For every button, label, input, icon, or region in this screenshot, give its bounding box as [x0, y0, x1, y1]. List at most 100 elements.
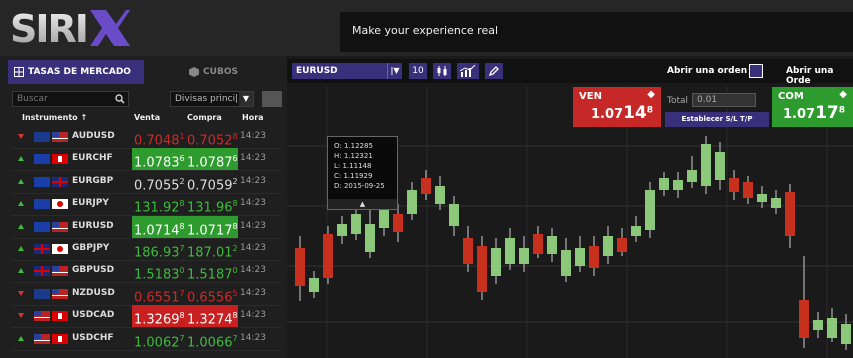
candlestick[interactable]: [715, 152, 725, 180]
table-row[interactable]: GBPUSD 1.51830 1.51870 14:23: [12, 260, 282, 284]
buy-price-cell[interactable]: 1.00667: [185, 328, 238, 350]
chevron-down-icon[interactable]: ▼: [239, 92, 253, 106]
candlestick[interactable]: [659, 178, 669, 190]
sell-price-sup: 7: [179, 244, 185, 253]
candlestick[interactable]: [841, 324, 851, 344]
candlestick[interactable]: [631, 226, 641, 236]
sell-price-cell[interactable]: 131.928: [132, 193, 185, 215]
candlestick[interactable]: [295, 248, 305, 286]
top-bar: SIRI Make your experience real: [0, 0, 853, 56]
sell-price-cell[interactable]: 0.70552: [132, 171, 185, 193]
candlestick[interactable]: [309, 278, 319, 292]
candlestick[interactable]: [421, 178, 431, 194]
candlestick[interactable]: [393, 214, 403, 232]
buy-price-cell[interactable]: 131.968: [185, 193, 238, 215]
candlestick[interactable]: [743, 182, 753, 198]
table-row[interactable]: AUDUSD 0.70481 0.70528 14:23: [12, 126, 282, 149]
candlestick[interactable]: [729, 178, 739, 192]
candlestick[interactable]: [785, 192, 795, 236]
drawing-tool-icon[interactable]: [485, 63, 503, 79]
candlestick[interactable]: [351, 214, 361, 234]
table-row[interactable]: EURUSD 1.07148 1.07178 14:23: [12, 215, 282, 239]
tab-cubes[interactable]: CUBOS: [144, 60, 283, 84]
tooltip-collapse-icon[interactable]: ▲: [328, 199, 397, 209]
buy-price-cell[interactable]: 1.51870: [185, 260, 238, 282]
candlestick[interactable]: [617, 238, 627, 252]
buy-price-cell[interactable]: 187.012: [185, 238, 238, 260]
candlestick[interactable]: [407, 190, 417, 214]
candlestick[interactable]: [799, 300, 809, 338]
candlestick[interactable]: [589, 246, 599, 268]
grid-icon: [14, 66, 24, 77]
table-row[interactable]: EURJPY 131.928 131.968 14:23: [12, 193, 282, 217]
candlestick[interactable]: [505, 238, 515, 264]
buy-price-cell[interactable]: 1.32748: [185, 305, 238, 328]
candlestick[interactable]: [519, 248, 529, 264]
arrow-down-icon: [18, 134, 24, 139]
instrument-filter-select[interactable]: Divisas princi| ▼: [170, 91, 254, 107]
instrument-symbol: GBPUSD: [72, 265, 115, 276]
sell-price-cell[interactable]: 0.70481: [132, 126, 185, 148]
sell-button[interactable]: VEN ◆ 1.07148: [573, 87, 661, 127]
candlestick[interactable]: [757, 194, 767, 202]
chevron-down-icon[interactable]: |▼: [387, 63, 402, 79]
candlestick[interactable]: [771, 198, 781, 208]
table-row[interactable]: NZDUSD 0.65517 0.65565 14:23: [12, 283, 282, 306]
candlestick[interactable]: [687, 170, 697, 182]
buy-price-cell[interactable]: 0.70528: [185, 126, 238, 148]
sell-price-cell[interactable]: 1.51830: [132, 260, 185, 282]
timeframe-button[interactable]: 10: [409, 63, 427, 79]
candlestick[interactable]: [603, 236, 613, 256]
indicators-icon[interactable]: [457, 63, 479, 79]
candlestick[interactable]: [337, 224, 347, 236]
buy-button[interactable]: COM ◆ 1.07178: [772, 87, 853, 127]
candlestick-icon[interactable]: [433, 63, 451, 79]
buy-price-cell[interactable]: 0.70592: [185, 171, 238, 193]
buy-price-cell[interactable]: 1.07876: [185, 148, 238, 171]
candlestick[interactable]: [701, 144, 711, 186]
candlestick[interactable]: [477, 246, 487, 292]
candlestick[interactable]: [827, 318, 837, 338]
search-icon[interactable]: [115, 94, 125, 104]
table-row[interactable]: USDCAD 1.32698 1.32748 14:23: [12, 305, 282, 329]
candlestick[interactable]: [435, 186, 445, 204]
candlestick[interactable]: [561, 250, 571, 276]
candlestick[interactable]: [323, 234, 333, 278]
candlestick[interactable]: [645, 190, 655, 230]
symbol-select[interactable]: EURUSD |▼: [292, 63, 402, 79]
buy-price-cell[interactable]: 1.07178: [185, 215, 238, 238]
candlestick[interactable]: [533, 234, 543, 254]
candlestick[interactable]: [673, 180, 683, 190]
sell-price-cell[interactable]: 1.07148: [132, 215, 185, 238]
table-row[interactable]: EURGBP 0.70552 0.70592 14:23: [12, 171, 282, 194]
table-row[interactable]: GBPJPY 186.937 187.012 14:23: [12, 238, 282, 261]
sell-price-cell[interactable]: 0.65517: [132, 283, 185, 305]
sell-price-cell[interactable]: 186.937: [132, 238, 185, 260]
tab-market-rates[interactable]: TASAS DE MERCADO: [8, 60, 144, 84]
candlestick[interactable]: [547, 236, 557, 254]
open-order-checkbox[interactable]: [749, 64, 763, 78]
sell-price-cell[interactable]: 1.00627: [132, 328, 185, 350]
table-row[interactable]: USDCHF 1.00627 1.00667 14:23: [12, 328, 282, 351]
buy-price-cell[interactable]: 0.65565: [185, 283, 238, 305]
candlestick[interactable]: [575, 248, 585, 266]
total-input[interactable]: 0.01: [692, 93, 756, 107]
candlestick[interactable]: [365, 224, 375, 252]
candlestick[interactable]: [463, 238, 473, 264]
layout-toggle-button[interactable]: [262, 91, 282, 107]
sell-price-cell[interactable]: 1.07836: [132, 148, 185, 171]
arrow-up-icon: [18, 156, 24, 162]
buy-price-sup: 2: [232, 176, 238, 186]
table-row[interactable]: EURCHF 1.07836 1.07876 14:23: [12, 148, 282, 172]
candlestick[interactable]: [491, 248, 501, 276]
quote-time: 14:23: [240, 243, 266, 253]
col-buy: Compra: [187, 113, 222, 122]
candlestick[interactable]: [813, 320, 823, 330]
candlestick[interactable]: [449, 204, 459, 226]
search-input[interactable]: Buscar: [12, 91, 129, 107]
sell-price-sup: 7: [179, 333, 185, 343]
sell-price-cell[interactable]: 1.32698: [132, 305, 185, 328]
quote-time: 14:23: [240, 332, 266, 343]
set-sl-tp-button[interactable]: Establecer S/L T/P: [665, 112, 769, 127]
col-instrument[interactable]: Instrumento ↑: [22, 113, 87, 122]
